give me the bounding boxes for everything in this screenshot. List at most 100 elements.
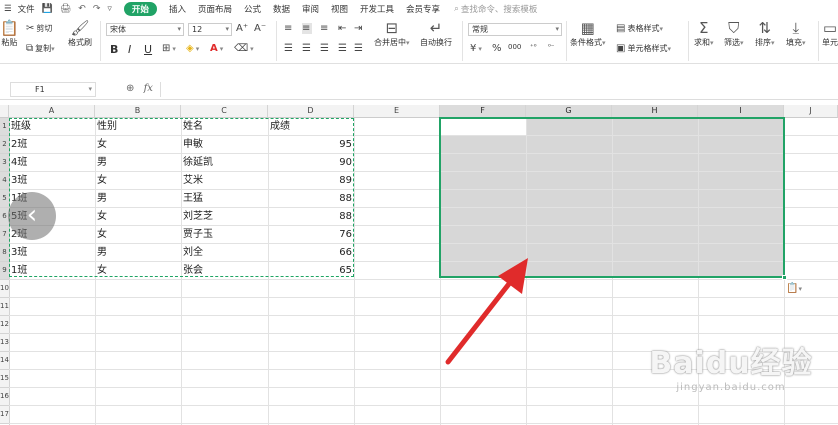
copy-button[interactable]: ⧉ 复制 ▾ <box>26 43 55 54</box>
row-header[interactable]: 3 <box>0 154 9 172</box>
row-header[interactable]: 5 <box>0 190 9 208</box>
row-header[interactable]: 15 <box>0 370 9 388</box>
cell-style-button[interactable]: ▣ 单元格样式 ▾ <box>616 43 671 54</box>
row-header[interactable]: 9 <box>0 262 9 280</box>
wrap-text-button[interactable]: ↵ 自动换行 <box>420 19 452 48</box>
formula-input[interactable] <box>160 82 838 97</box>
gridline <box>9 405 838 406</box>
currency-button[interactable]: ¥ ▾ <box>470 43 482 54</box>
sum-button[interactable]: Σ 求和▾ <box>694 19 714 48</box>
tab-review[interactable]: 审阅 <box>302 3 319 15</box>
previous-arrow-icon[interactable]: ‹ <box>8 192 56 240</box>
align-center-icon[interactable]: ☰ <box>302 43 313 54</box>
row-header[interactable]: 11 <box>0 298 9 316</box>
row-header[interactable]: 7 <box>0 226 9 244</box>
align-left-icon[interactable]: ☰ <box>284 43 295 54</box>
print-icon[interactable]: 🖨 <box>60 4 71 14</box>
underline-button[interactable]: U <box>144 43 152 56</box>
justify-icon[interactable]: ☰ <box>338 43 349 54</box>
cell-label: 单元 <box>822 38 838 47</box>
fill-handle[interactable] <box>782 275 787 280</box>
undo-icon[interactable]: ↶ <box>78 4 86 14</box>
font-name-select[interactable]: 宋体 <box>106 23 184 36</box>
column-header-j[interactable]: J <box>784 105 838 118</box>
sort-button[interactable]: ⇅ 排序▾ <box>755 19 775 48</box>
cell-button[interactable]: ▭ 单元 <box>822 19 838 48</box>
tab-member[interactable]: 会员专享 <box>406 3 440 15</box>
column-header-e[interactable]: E <box>354 105 440 118</box>
align-bottom-icon[interactable]: ≡ <box>320 23 330 34</box>
watermark: Baidu经验 jingyan.baidu.com <box>636 338 826 393</box>
font-color-button[interactable]: A ▾ <box>210 43 223 54</box>
row-header[interactable]: 8 <box>0 244 9 262</box>
column-header-a[interactable]: A <box>9 105 95 118</box>
distributed-icon[interactable]: ☰ <box>354 43 365 54</box>
fill-button[interactable]: ⤓ 填充▾ <box>786 19 806 48</box>
fill-label: 填充 <box>786 38 802 47</box>
tab-page-layout[interactable]: 页面布局 <box>198 3 232 15</box>
tab-view[interactable]: 视图 <box>331 3 348 15</box>
row-header[interactable]: 4 <box>0 172 9 190</box>
search-icon[interactable]: ⌕ <box>454 4 459 14</box>
customize-icon[interactable]: ▿ <box>107 4 112 14</box>
row-header[interactable]: 14 <box>0 352 9 370</box>
sigma-icon: Σ <box>699 19 709 37</box>
increase-decimal-icon[interactable]: ⁺⁰ <box>530 43 537 51</box>
row-header[interactable]: 1 <box>0 118 9 136</box>
align-right-icon[interactable]: ☰ <box>320 43 331 54</box>
percent-button[interactable]: % <box>492 43 504 54</box>
column-header-d[interactable]: D <box>268 105 354 118</box>
number-format-select[interactable]: 常规 <box>468 23 562 36</box>
indent-decrease-icon[interactable]: ⇤ <box>338 23 348 34</box>
grow-font-icon[interactable]: A⁺ <box>236 23 250 34</box>
divider <box>462 21 463 61</box>
italic-button[interactable]: I <box>128 43 131 56</box>
name-box[interactable]: F1 <box>10 82 96 97</box>
tab-developer[interactable]: 开发工具 <box>360 3 394 15</box>
conditional-format-button[interactable]: ▦ 条件格式▾ <box>570 19 606 48</box>
column-header-c[interactable]: C <box>181 105 268 118</box>
save-icon[interactable]: 💾 <box>42 4 53 14</box>
merge-center-button[interactable]: ⊟ 合并居中▾ <box>374 19 410 48</box>
command-search[interactable]: 查找命令、搜索模板 <box>461 3 538 15</box>
format-painter-button[interactable]: 🖌 格式刷 <box>68 19 92 48</box>
tab-formulas[interactable]: 公式 <box>244 3 261 15</box>
fill-color-icon[interactable]: ◈ ▾ <box>186 43 199 54</box>
row-header[interactable]: 2 <box>0 136 9 154</box>
merge-center-label: 合并居中 <box>374 38 406 47</box>
tab-data[interactable]: 数据 <box>273 3 290 15</box>
column-header-b[interactable]: B <box>95 105 181 118</box>
align-middle-icon[interactable]: ≡ <box>302 23 313 34</box>
font-size-select[interactable]: 12 <box>188 23 232 36</box>
hamburger-icon[interactable]: ☰ <box>4 4 12 14</box>
table-style-button[interactable]: ▤ 表格样式 ▾ <box>616 23 663 34</box>
shrink-font-icon[interactable]: A⁻ <box>254 23 268 34</box>
tab-home[interactable]: 开始 <box>123 1 157 16</box>
select-all-corner[interactable] <box>0 105 9 118</box>
menu-file[interactable]: 文件 <box>18 3 35 15</box>
row-header[interactable]: 13 <box>0 334 9 352</box>
divider <box>818 21 819 61</box>
redo-icon[interactable]: ↷ <box>93 4 101 14</box>
conditional-format-label: 条件格式 <box>570 38 602 47</box>
gridline <box>9 315 838 316</box>
row-header[interactable]: 16 <box>0 388 9 406</box>
ribbon: 📋 粘贴 ✂剪切 ⧉复制▾ 🖌 格式刷 宋体 12 A⁺ A⁻ B I U ⊞▾… <box>0 17 838 64</box>
thousands-button[interactable]: 000 <box>508 43 521 51</box>
align-top-icon[interactable]: ≡ <box>284 23 294 34</box>
zoom-icon[interactable]: ⊕ <box>126 83 134 94</box>
decrease-decimal-icon[interactable]: ⁰⁻ <box>548 43 555 51</box>
border-icon[interactable]: ⊞ ▾ <box>162 43 176 54</box>
eraser-icon[interactable]: ⌫ ▾ <box>234 43 254 54</box>
paste-button[interactable]: 📋 粘贴 <box>0 19 19 48</box>
row-header[interactable]: 17 <box>0 406 9 424</box>
tab-insert[interactable]: 插入 <box>169 3 186 15</box>
paste-options-icon[interactable]: 📋▾ <box>786 283 802 294</box>
row-header[interactable]: 12 <box>0 316 9 334</box>
fx-icon[interactable]: fx <box>144 83 153 94</box>
indent-increase-icon[interactable]: ⇥ <box>354 23 364 34</box>
row-header[interactable]: 10 <box>0 280 9 298</box>
bold-button[interactable]: B <box>110 43 118 56</box>
cut-button[interactable]: ✂ 剪切 <box>26 23 52 34</box>
filter-button[interactable]: ⛉ 筛选▾ <box>724 19 744 48</box>
